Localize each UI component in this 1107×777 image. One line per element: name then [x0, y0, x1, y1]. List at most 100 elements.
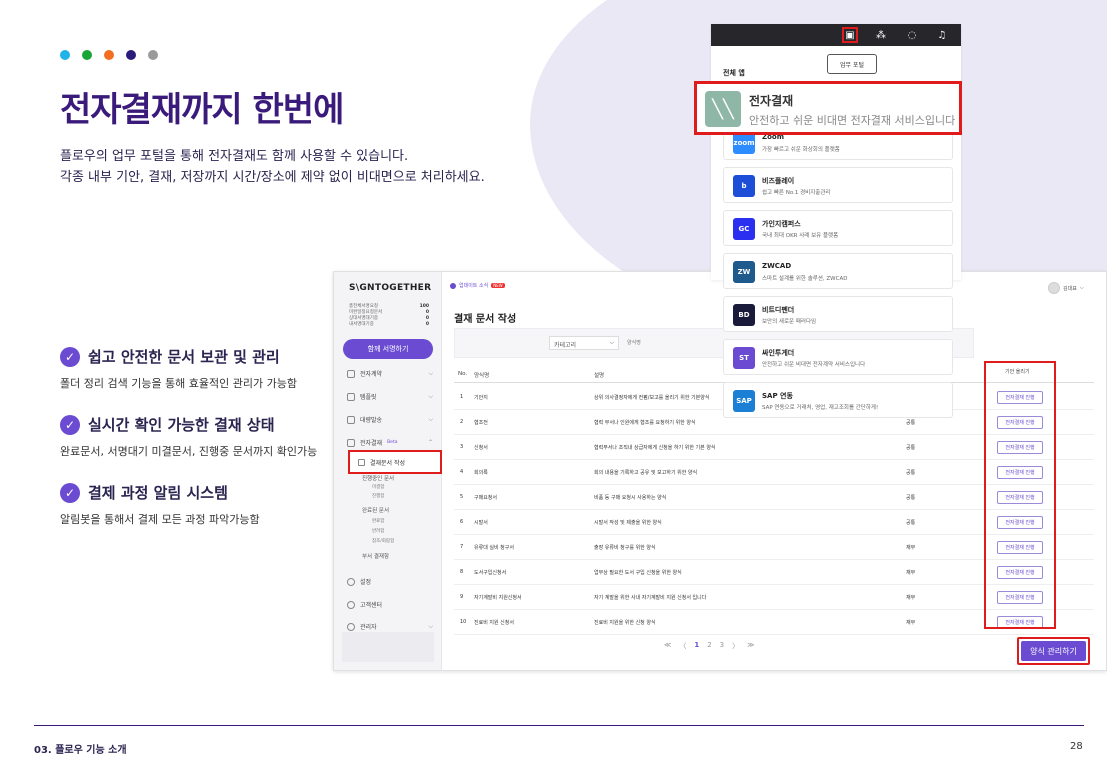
- app-card[interactable]: GC 가인지캠퍼스 국내 최대 OKR 사례 보유 플랫폼: [723, 210, 953, 246]
- row-name: 기안지: [474, 395, 488, 401]
- row-desc: 상위 의사결정자에게 컨펌/보고를 올리기 위한 기본양식: [594, 395, 710, 401]
- app-name: 비트디펜더: [762, 306, 795, 314]
- app-icon: b: [733, 175, 755, 197]
- app-card-approval[interactable]: ╲╲ 전자결재 안전하고 쉬운 비대면 전자결재 서비스입니다: [694, 81, 962, 135]
- chevron-down-icon: ⌵: [428, 392, 433, 400]
- update-notice[interactable]: 업데이트 소식 NEW: [450, 282, 505, 289]
- check-icon: ✓: [60, 346, 80, 367]
- approval-app-icon: ╲╲: [705, 91, 741, 127]
- sidebar-item-approval[interactable]: 전자결재 Beta ⌃: [347, 438, 433, 447]
- sign-together-button[interactable]: 함께 서명하기: [343, 339, 433, 359]
- avatar: [1048, 282, 1060, 294]
- app-name: SAP 연동: [762, 392, 793, 400]
- row-group: 재무: [906, 570, 916, 576]
- app-desc: 국내 최대 OKR 사례 보유 플랫폼: [762, 233, 839, 239]
- prev-page-button[interactable]: 〈: [679, 641, 686, 651]
- sidebar-sub-done[interactable]: 완료함: [372, 518, 384, 524]
- app-card[interactable]: ZW ZWCAD 스마트 설계를 위한 솔루션, ZWCAD: [723, 253, 953, 289]
- color-dots: [60, 50, 158, 60]
- row-name: 도서구입신청서: [474, 570, 507, 576]
- app-card[interactable]: ST 싸인투게더 안전하고 쉬운 비대면 전자계약 서비스입니다: [723, 339, 953, 375]
- sidebar-item-admin[interactable]: 관리자 ⌵: [347, 622, 433, 631]
- app-name: 비즈플레이: [762, 177, 795, 185]
- sidebar-item-template[interactable]: 템플릿 ⌵: [347, 392, 433, 401]
- page-3[interactable]: 3: [720, 641, 724, 651]
- header-desc: 설명: [594, 373, 605, 379]
- form-name-input[interactable]: [625, 336, 715, 350]
- manage-highlight: 양식 관리하기: [1017, 637, 1090, 665]
- row-no: 8: [460, 569, 464, 575]
- sidebar-sub-progressing[interactable]: 진행함: [372, 493, 384, 499]
- row-desc: 출장 유류비 청구를 위한 양식: [594, 545, 656, 551]
- user-menu[interactable]: 김대표 ⌵: [1048, 282, 1084, 294]
- dot-3: [104, 50, 114, 60]
- chevron-down-icon: ⌵: [428, 415, 433, 423]
- row-no: 5: [460, 494, 464, 500]
- sidebar-sub-in-progress[interactable]: 진행중인 문서: [362, 474, 394, 482]
- dot-4: [126, 50, 136, 60]
- portal-topbar: ▣ ⁂ ◌ ♫: [711, 24, 961, 46]
- menu-label: 전자결재: [360, 440, 383, 447]
- row-desc: 시말서 작성 및 제출을 위한 양식: [594, 520, 662, 526]
- sidebar-sub-rejected[interactable]: 반려함: [372, 528, 384, 534]
- page-number: 28: [1070, 741, 1083, 752]
- app-icon: ZW: [733, 261, 755, 283]
- dot-2: [82, 50, 92, 60]
- document-icon: [358, 458, 365, 466]
- page-1[interactable]: 1: [694, 641, 699, 651]
- row-group: 재무: [906, 620, 916, 626]
- feature-1: ✓ 쉽고 안전한 문서 보관 및 관리 폴더 정리 검색 기능을 통해 효율적인 …: [60, 346, 297, 391]
- sidebar-item-bulk-send[interactable]: 대량발송 ⌵: [347, 415, 433, 424]
- feature-desc: 완료문서, 서명대기 미결문서, 진행중 문서까지 확인가능: [60, 445, 318, 458]
- menu-label: 전자계약: [360, 371, 383, 378]
- chat-icon[interactable]: ◌: [904, 27, 920, 43]
- next-page-button[interactable]: 〉: [732, 641, 739, 651]
- app-card[interactable]: b 비즈플레이 쉽고 빠른 No.1 경비지출관리: [723, 167, 953, 203]
- manage-forms-button[interactable]: 양식 관리하기: [1021, 641, 1086, 661]
- sidebar-item-support[interactable]: 고객센터: [347, 600, 433, 609]
- sidebar-sub-pending[interactable]: 미결함: [372, 484, 384, 490]
- page-2[interactable]: 2: [707, 641, 711, 651]
- app-card[interactable]: SAP SAP 연동 SAP 연동으로 거래처, 영업, 재고조회를 간단하게!: [723, 382, 953, 418]
- app-name: 가인지캠퍼스: [762, 220, 801, 228]
- header-name: 양식명: [474, 373, 490, 379]
- page-title: 결재 문서 작성: [454, 314, 517, 325]
- last-page-button[interactable]: ≫: [747, 641, 754, 651]
- slide-title: 전자결재까지 한번에: [60, 90, 344, 130]
- feature-3: ✓ 결제 과정 알림 시스템 알림봇을 통해서 결제 모든 과정 파악가능함: [60, 482, 260, 527]
- sidebar-item-write-approval[interactable]: 결재문서 작성: [348, 450, 442, 474]
- app-icon: zoom: [733, 132, 755, 154]
- category-select[interactable]: 카테고리 ⌵: [549, 336, 619, 350]
- row-no: 2: [460, 419, 464, 425]
- row-desc: 비품 등 구매 요청시 사용하는 양식: [594, 495, 667, 501]
- row-group: 공통: [906, 470, 916, 476]
- feature-desc: 알림봇을 통해서 결제 모든 과정 파악가능함: [60, 513, 260, 526]
- row-name: 회의록: [474, 470, 488, 476]
- row-no: 1: [460, 394, 464, 400]
- app-name: 싸인투게더: [762, 349, 795, 357]
- row-name: 시말서: [474, 520, 488, 526]
- sidebar-item-settings[interactable]: 설정: [347, 577, 433, 586]
- row-no: 3: [460, 444, 464, 450]
- row-desc: 업무상 필요한 도서 구입 신청을 위한 양식: [594, 570, 682, 576]
- row-group: 재무: [906, 545, 916, 551]
- feature-title: 결제 과정 알림 시스템: [88, 484, 228, 502]
- bell-icon[interactable]: ♫: [934, 27, 950, 43]
- check-icon: ✓: [60, 482, 80, 503]
- user-icon: [347, 622, 355, 631]
- footer-divider: [34, 725, 1084, 726]
- app-name: ZWCAD: [762, 262, 792, 270]
- sidebar-sub-completed[interactable]: 완료된 문서: [362, 506, 389, 514]
- stat-row: 내서명대기중 0: [349, 322, 429, 328]
- sidebar-item-contract[interactable]: 전자계약 ⌵: [347, 369, 433, 378]
- feature-2: ✓ 실시간 확인 가능한 결재 상태 완료문서, 서명대기 미결문서, 진행중 문…: [60, 414, 317, 459]
- portal-icon[interactable]: ▣: [842, 27, 858, 43]
- app-card[interactable]: BD 비트디펜더 보안의 새로운 패러다임: [723, 296, 953, 332]
- org-chart-icon[interactable]: ⁂: [873, 27, 889, 43]
- sidebar-sub-reference[interactable]: 참조/회람함: [372, 538, 394, 544]
- first-page-button[interactable]: ≪: [664, 641, 671, 651]
- user-name: 김대표: [1063, 285, 1077, 292]
- notice-label: 업데이트 소식: [459, 283, 489, 289]
- row-name: 자기계발비 지원신청서: [474, 595, 522, 601]
- sidebar-sub-department[interactable]: 부서 결재함: [362, 552, 389, 560]
